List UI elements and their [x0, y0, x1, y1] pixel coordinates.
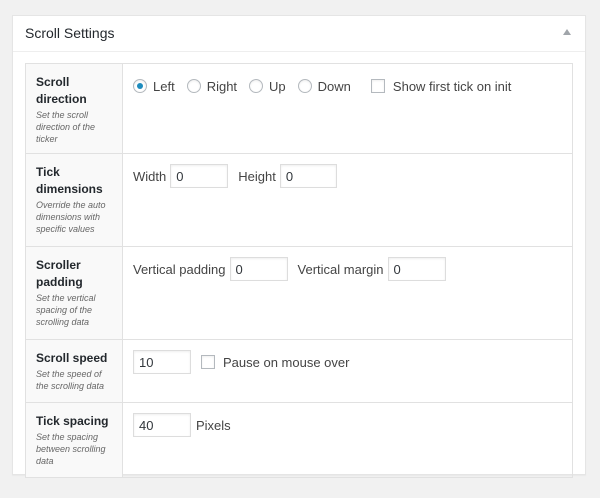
scroll-settings-panel: Scroll Settings Scroll direction Set the…: [12, 15, 586, 478]
field-cell: Vertical padding Vertical margin: [122, 246, 573, 340]
show-first-tick-label[interactable]: Show first tick on init: [393, 79, 512, 94]
show-first-tick-checkbox[interactable]: [370, 79, 385, 93]
table-row: Scroll direction Set the scroll directio…: [25, 63, 573, 154]
table-row: Tick spacing Set the spacing between scr…: [25, 402, 573, 478]
radio-left-label[interactable]: Left: [153, 79, 175, 94]
collapse-toggle-icon[interactable]: [563, 29, 571, 35]
radio-down-label[interactable]: Down: [318, 79, 351, 94]
field-cell: Left Right Up Down Show first tick on in…: [122, 63, 573, 154]
radio-up-label[interactable]: Up: [269, 79, 286, 94]
width-label: Width: [133, 168, 167, 184]
direction-options: Left Right Up Down Show first tick on in…: [133, 73, 562, 99]
table-row: Scroller padding Set the vertical spacin…: [25, 246, 573, 340]
radio-up[interactable]: [249, 79, 264, 93]
label-cell: Tick dimensions Override the auto dimens…: [25, 153, 123, 247]
radio-down[interactable]: [297, 79, 312, 93]
vertical-padding-label: Vertical padding: [133, 261, 226, 277]
radio-left[interactable]: [133, 79, 147, 93]
label-cell: Scroll direction Set the scroll directio…: [25, 63, 123, 154]
tick-spacing-input[interactable]: [133, 413, 191, 437]
spacing-fields: Pixels: [133, 412, 562, 438]
table-row: Tick dimensions Override the auto dimens…: [25, 153, 573, 247]
label-cell: Scroll speed Set the speed of the scroll…: [25, 339, 123, 403]
row-description-tick-spacing: Set the spacing between scrolling data: [36, 432, 106, 466]
row-label-scroll-direction: Scroll direction: [36, 75, 87, 106]
row-description-scroll-direction: Set the scroll direction of the ticker: [36, 110, 96, 144]
field-cell: Pixels: [123, 403, 573, 478]
settings-table: Scroll direction Set the scroll directio…: [25, 63, 573, 478]
row-label-scroller-padding: Scroller padding: [36, 258, 83, 289]
vertical-margin-label: Vertical margin: [297, 261, 384, 277]
panel-header[interactable]: Scroll Settings: [13, 16, 585, 52]
vertical-margin-input[interactable]: [387, 257, 446, 281]
scroll-speed-input[interactable]: [133, 350, 191, 374]
panel-title: Scroll Settings: [25, 25, 115, 41]
pixels-unit-label: Pixels: [196, 417, 231, 433]
label-cell: Scroller padding Set the vertical spacin…: [25, 246, 123, 340]
speed-fields: Pause on mouse over: [133, 349, 562, 375]
pause-on-hover-label[interactable]: Pause on mouse over: [223, 355, 349, 370]
field-cell: Width Height: [122, 153, 573, 247]
row-label-tick-spacing: Tick spacing: [36, 414, 109, 428]
row-description-scroll-speed: Set the speed of the scrolling data: [36, 369, 105, 391]
dimension-fields: Width Height: [133, 163, 562, 189]
row-description-scroller-padding: Set the vertical spacing of the scrollin…: [36, 293, 96, 327]
height-label: Height: [238, 168, 276, 184]
label-cell: Tick spacing Set the spacing between scr…: [25, 402, 123, 478]
vertical-padding-input[interactable]: [229, 257, 288, 281]
row-label-tick-dimensions: Tick dimensions: [36, 165, 103, 196]
radio-right-label[interactable]: Right: [207, 79, 237, 94]
padding-fields: Vertical padding Vertical margin: [133, 256, 562, 282]
pause-on-hover-checkbox[interactable]: [201, 355, 215, 369]
radio-right[interactable]: [186, 79, 201, 93]
row-description-tick-dimensions: Override the auto dimensions with specif…: [36, 200, 106, 234]
field-cell: Pause on mouse over: [122, 339, 573, 403]
row-label-scroll-speed: Scroll speed: [36, 351, 108, 365]
height-input[interactable]: [279, 164, 337, 188]
width-input[interactable]: [170, 164, 229, 188]
table-row: Scroll speed Set the speed of the scroll…: [25, 339, 573, 403]
